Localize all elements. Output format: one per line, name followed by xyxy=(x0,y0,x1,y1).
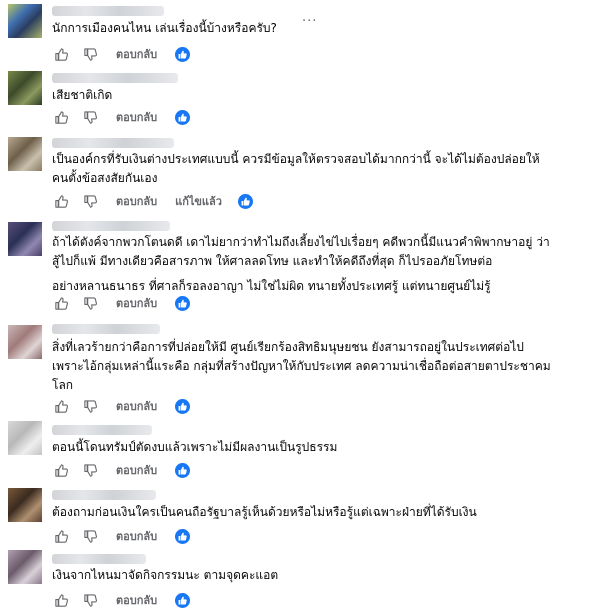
comment-text: นักการเมืองคนไหน เล่นเรื่องนี้บ้างหรือคร… xyxy=(52,19,277,38)
comment-actions: ตอบกลับ xyxy=(54,108,191,126)
reply-button[interactable]: ตอบกลับ xyxy=(116,527,157,545)
comment-line: เพราะไอ้กลุ่มเหล่านี้แระคือ กลุ่มที่สร้า… xyxy=(52,359,551,373)
comment-actions: ตอบกลับ แก้ไขแล้ว xyxy=(54,192,253,210)
like-reaction-icon[interactable] xyxy=(175,462,191,478)
commenter-name-blurred[interactable] xyxy=(52,425,152,435)
comment-text: ต้องถามก่อนเงินใครเป็นคนถือรัฐบาลรู้เห็น… xyxy=(52,503,477,522)
comment-text: ตอนนี้โดนทรัมป์ตัดงบแล้วเพราะไม่มีผลงานเ… xyxy=(52,438,337,457)
comment-actions: ตอบกลับ xyxy=(54,527,191,545)
comment-line: ต้องถามก่อนเงินใครเป็นคนถือรัฐบาลรู้เห็น… xyxy=(52,505,477,519)
avatar[interactable] xyxy=(8,325,42,359)
avatar[interactable] xyxy=(8,488,42,522)
thumbs-up-icon[interactable] xyxy=(54,194,69,209)
thumbs-down-icon[interactable] xyxy=(83,463,98,478)
comment-line: นักการเมืองคนไหน เล่นเรื่องนี้บ้างหรือคร… xyxy=(52,21,277,35)
commenter-name-blurred[interactable] xyxy=(52,554,146,564)
reply-button[interactable]: ตอบกลับ xyxy=(116,397,157,415)
reply-button[interactable]: ตอบกลับ xyxy=(116,294,157,312)
comment-line: ถ้าได้ตังค์จากพวกโตนดดี เดาไม่ยากว่าทำไม… xyxy=(52,235,550,249)
comment-line: ตอนนี้โดนทรัมป์ตัดงบแล้วเพราะไม่มีผลงานเ… xyxy=(52,440,338,454)
comment-actions: ตอบกลับ xyxy=(54,397,191,415)
comment-text: เงินจากไหนมาจัดกิจกรรมนะ ตามจุดคะแอต xyxy=(52,566,278,585)
comment-line: เสียชาติเกิด xyxy=(52,88,113,102)
reply-button[interactable]: ตอบกลับ xyxy=(116,108,157,126)
commenter-name-blurred[interactable] xyxy=(52,221,170,231)
thumbs-up-icon[interactable] xyxy=(54,593,69,608)
like-reaction-icon[interactable] xyxy=(175,398,191,414)
comment-actions: ตอบกลับ xyxy=(54,294,191,312)
commenter-name-blurred[interactable] xyxy=(52,6,164,16)
thumbs-down-icon[interactable] xyxy=(83,399,98,414)
thumbs-down-icon[interactable] xyxy=(83,529,98,544)
thumbs-down-icon[interactable] xyxy=(83,194,98,209)
thumbs-down-icon[interactable] xyxy=(83,296,98,311)
reply-button[interactable]: ตอบกลับ xyxy=(116,45,157,63)
more-options-icon[interactable]: ... xyxy=(302,10,317,25)
like-reaction-icon[interactable] xyxy=(175,46,191,62)
comment-line: คนตั้งข้อสงสัยกันเอง xyxy=(52,171,158,185)
commenter-name-blurred[interactable] xyxy=(52,138,174,148)
thumbs-up-icon[interactable] xyxy=(54,399,69,414)
like-reaction-icon[interactable] xyxy=(175,592,191,608)
reply-button[interactable]: ตอบกลับ xyxy=(116,461,157,479)
comment-actions: ตอบกลับ xyxy=(54,45,191,63)
thumbs-up-icon[interactable] xyxy=(54,463,69,478)
reply-button[interactable]: ตอบกลับ xyxy=(116,591,157,609)
like-reaction-icon[interactable] xyxy=(237,193,253,209)
edited-label: แก้ไขแล้ว xyxy=(175,195,222,208)
comment-line: เป็นองค์กรที่รับเงินต่างประเทศแบบนี้ ควร… xyxy=(52,152,540,166)
thumbs-down-icon[interactable] xyxy=(83,593,98,608)
thumbs-up-icon[interactable] xyxy=(54,47,69,62)
commenter-name-blurred[interactable] xyxy=(52,324,160,334)
comment-actions: ตอบกลับ xyxy=(54,591,191,609)
comment-line: สิ่งที่เลวร้ายกว่าคือการที่ปล่อยให้มี ศู… xyxy=(52,340,524,354)
comment-actions: ตอบกลับ xyxy=(54,461,191,479)
commenter-name-blurred[interactable] xyxy=(52,73,178,83)
like-reaction-icon[interactable] xyxy=(175,109,191,125)
comment-line: โลก xyxy=(52,378,74,392)
comment-text: เป็นองค์กรที่รับเงินต่างประเทศแบบนี้ ควร… xyxy=(52,150,540,188)
like-reaction-icon[interactable] xyxy=(175,528,191,544)
commenter-name-blurred[interactable] xyxy=(52,490,156,500)
avatar[interactable] xyxy=(8,4,42,38)
comment-text: เสียชาติเกิด xyxy=(52,86,112,105)
avatar[interactable] xyxy=(8,222,42,256)
comment-line: เงินจากไหนมาจัดกิจกรรมนะ ตามจุดคะแอต xyxy=(52,568,279,582)
thumbs-down-icon[interactable] xyxy=(83,110,98,125)
thumbs-up-icon[interactable] xyxy=(54,529,69,544)
thumbs-up-icon[interactable] xyxy=(54,296,69,311)
avatar[interactable] xyxy=(8,71,42,105)
like-reaction-icon[interactable] xyxy=(175,295,191,311)
avatar[interactable] xyxy=(8,550,42,584)
comment-text: ถ้าได้ตังค์จากพวกโตนดดี เดาไม่ยากว่าทำไม… xyxy=(52,233,550,296)
thumbs-down-icon[interactable] xyxy=(83,47,98,62)
avatar[interactable] xyxy=(8,421,42,455)
comment-line: สู้ไปก็แพ้ มีทางเดียวคือสารภาพ ให้ศาลลดโ… xyxy=(52,254,493,268)
thumbs-up-icon[interactable] xyxy=(54,110,69,125)
avatar[interactable] xyxy=(8,137,42,171)
comment-text: สิ่งที่เลวร้ายกว่าคือการที่ปล่อยให้มี ศู… xyxy=(52,338,551,395)
reply-button[interactable]: ตอบกลับ xyxy=(116,192,157,210)
